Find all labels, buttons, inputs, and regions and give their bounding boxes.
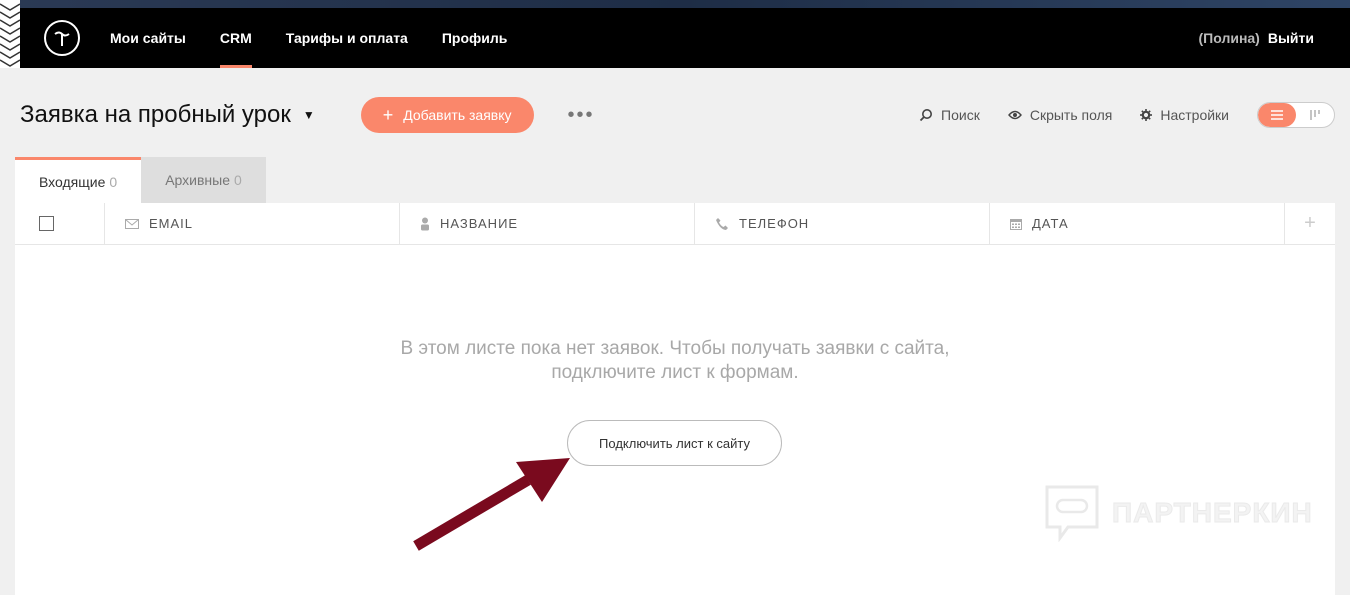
column-phone-label: ТЕЛЕФОН xyxy=(739,216,810,231)
column-phone[interactable]: ТЕЛЕФОН xyxy=(695,203,990,244)
list-view-button[interactable] xyxy=(1258,103,1296,127)
column-email-label: EMAIL xyxy=(149,216,194,231)
user-name: (Полина) xyxy=(1198,30,1260,46)
empty-message-line-2: подключите лист к формам. xyxy=(551,362,799,383)
sheet-selector[interactable]: Заявка на пробный урок ▼ xyxy=(20,101,315,129)
nav-tariffs[interactable]: Тарифы и оплата xyxy=(286,8,408,68)
caret-down-icon: ▼ xyxy=(302,108,315,122)
phone-icon xyxy=(716,217,728,230)
connect-sheet-button[interactable]: Подключить лист к сайту xyxy=(567,420,782,466)
hide-fields-button[interactable]: Скрыть поля xyxy=(1007,107,1113,123)
toolbar: Заявка на пробный урок ▼ + Добавить заяв… xyxy=(20,90,1335,140)
annotation-arrow xyxy=(413,458,570,551)
add-request-label: Добавить заявку xyxy=(403,107,512,123)
nav-user-area: (Полина) Выйти xyxy=(1199,30,1314,46)
calendar-icon xyxy=(1010,218,1022,230)
select-all-checkbox[interactable] xyxy=(39,216,54,231)
column-name-label: НАЗВАНИЕ xyxy=(440,216,519,231)
tab-incoming-label: Входящие xyxy=(39,173,106,190)
settings-label: Настройки xyxy=(1160,107,1229,123)
logout-link[interactable]: Выйти xyxy=(1268,30,1314,46)
tab-incoming-count: 0 xyxy=(109,173,118,190)
sheet-title: Заявка на пробный урок xyxy=(20,101,291,128)
tab-archive[interactable]: Архивные 0 xyxy=(141,157,266,203)
tabs: Входящие 0 Архивные 0 xyxy=(15,157,266,203)
kanban-view-button[interactable] xyxy=(1296,103,1334,127)
gear-icon xyxy=(1140,109,1153,121)
toolbar-right: Поиск Скрыть поля Настройки xyxy=(891,102,1335,128)
window-edge xyxy=(1350,0,1366,595)
watermark: ПАРТНЕРКИН xyxy=(1044,484,1313,542)
tab-archive-count: 0 xyxy=(234,172,242,188)
select-all-cell xyxy=(15,203,105,244)
watermark-logo-icon xyxy=(1045,485,1099,542)
table-header: EMAIL НАЗВАНИЕ ТЕЛЕФОН ДАТА + xyxy=(15,203,1335,245)
empty-state-message: В этом листе пока нет заявок. Чтобы полу… xyxy=(15,337,1335,385)
add-request-button[interactable]: + Добавить заявку xyxy=(360,97,534,133)
list-icon xyxy=(1271,110,1283,120)
watermark-text: ПАРТНЕРКИН xyxy=(1112,497,1313,529)
hide-fields-label: Скрыть поля xyxy=(1029,107,1113,123)
empty-message-line-1: В этом листе пока нет заявок. Чтобы полу… xyxy=(400,338,950,359)
column-name[interactable]: НАЗВАНИЕ xyxy=(400,203,695,244)
nav-crm[interactable]: CRM xyxy=(219,8,252,68)
column-date-label: ДАТА xyxy=(1032,216,1069,231)
settings-button[interactable]: Настройки xyxy=(1140,107,1229,123)
add-column-button[interactable]: + xyxy=(1285,203,1335,244)
envelope-icon xyxy=(125,218,139,229)
nav-my-sites[interactable]: Мои сайты xyxy=(110,8,186,68)
search-button[interactable]: Поиск xyxy=(919,107,980,123)
tab-incoming[interactable]: Входящие 0 xyxy=(15,157,142,203)
tilda-logo-icon[interactable] xyxy=(44,20,80,56)
tab-archive-label: Архивные xyxy=(165,172,230,188)
nav-profile[interactable]: Профиль xyxy=(442,8,508,68)
eye-icon xyxy=(1007,110,1022,120)
more-options-button[interactable]: ••• xyxy=(568,105,595,125)
view-toggle xyxy=(1257,102,1335,128)
kanban-icon xyxy=(1310,110,1320,120)
column-date[interactable]: ДАТА xyxy=(990,203,1285,244)
plus-icon: + xyxy=(382,105,394,125)
search-icon xyxy=(919,109,933,122)
column-email[interactable]: EMAIL xyxy=(105,203,400,244)
search-label: Поиск xyxy=(941,107,980,123)
zigzag-decoration xyxy=(0,0,20,68)
user-icon xyxy=(421,217,429,230)
top-navigation: Мои сайты CRM Тарифы и оплата Профиль (П… xyxy=(20,8,1350,68)
desktop-strip xyxy=(0,0,1366,8)
